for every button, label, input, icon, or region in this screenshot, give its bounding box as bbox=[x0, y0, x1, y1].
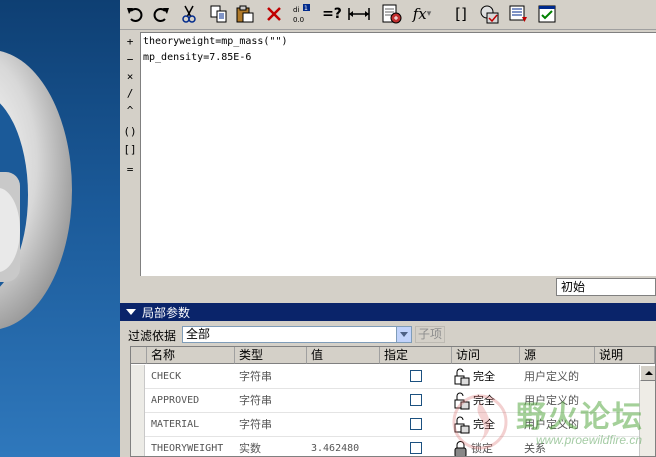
filter-label: 过滤依据 bbox=[128, 329, 177, 343]
operator-power[interactable]: ^ bbox=[120, 104, 140, 117]
ring-model bbox=[0, 51, 72, 329]
code-line: mp_density=7.85E-6 bbox=[143, 52, 252, 63]
copy-icon[interactable] bbox=[208, 3, 230, 25]
designate-checkbox[interactable] bbox=[410, 442, 422, 454]
param-name: CHECK bbox=[151, 371, 182, 382]
relations-toolbar: di 1 0.0 =? fx ▾ [] bbox=[120, 0, 656, 30]
function-label: fx bbox=[412, 5, 427, 23]
brackets-icon[interactable]: [] bbox=[450, 3, 472, 25]
row-header-corner bbox=[131, 347, 147, 364]
sub-items-button[interactable]: 子项 bbox=[415, 326, 445, 343]
table-row[interactable]: APPROVED 字符串 完全 用户定义的 bbox=[131, 389, 641, 413]
designate-checkbox[interactable] bbox=[410, 418, 422, 430]
paste-icon[interactable] bbox=[234, 3, 256, 25]
param-access: 完全 bbox=[473, 371, 495, 383]
operator-equals[interactable]: = bbox=[120, 163, 140, 176]
operator-divide[interactable]: / bbox=[120, 87, 140, 100]
row-selector[interactable] bbox=[131, 413, 145, 437]
designate-checkbox[interactable] bbox=[410, 394, 422, 406]
units-icon[interactable]: di 1 0.0 bbox=[290, 3, 312, 25]
column-header-designate[interactable]: 指定 bbox=[380, 347, 452, 364]
param-access: 完全 bbox=[473, 419, 495, 431]
param-source: 关系 bbox=[524, 443, 546, 455]
param-name: THEORYWEIGHT bbox=[151, 443, 224, 454]
column-header-value[interactable]: 值 bbox=[307, 347, 380, 364]
param-type: 字符串 bbox=[239, 419, 272, 431]
local-params-title: 局部参数 bbox=[142, 306, 191, 320]
table-row[interactable]: THEORYWEIGHT 实数 3.462480 锁定 关系 bbox=[131, 437, 641, 456]
params-table: 名称 类型 值 指定 访问 源 说明 CHECK 字符串 完全 用户定义的 AP… bbox=[130, 346, 656, 457]
evaluate-icon[interactable]: =? bbox=[321, 3, 343, 25]
undo-icon[interactable] bbox=[124, 3, 146, 25]
designate-checkbox[interactable] bbox=[410, 370, 422, 382]
relations-editor[interactable]: theoryweight=mp_mass("") mp_density=7.85… bbox=[140, 32, 656, 276]
row-selector[interactable] bbox=[131, 365, 145, 389]
param-value[interactable] bbox=[307, 365, 311, 389]
svg-text:di: di bbox=[293, 6, 299, 14]
chevron-down-icon[interactable] bbox=[396, 327, 411, 342]
param-type: 字符串 bbox=[239, 395, 272, 407]
column-header-name[interactable]: 名称 bbox=[147, 347, 235, 364]
code-line: theoryweight=mp_mass("") bbox=[143, 36, 288, 47]
param-name: MATERIAL bbox=[151, 419, 200, 430]
local-params-header[interactable]: 局部参数 bbox=[120, 303, 656, 321]
svg-text:0.0: 0.0 bbox=[293, 16, 304, 24]
column-header-source[interactable]: 源 bbox=[520, 347, 595, 364]
row-selector[interactable] bbox=[131, 389, 145, 413]
param-access: 锁定 bbox=[471, 443, 493, 455]
lock-open-icon bbox=[454, 416, 470, 437]
collapse-triangle-icon[interactable] bbox=[126, 309, 136, 315]
cut-icon[interactable] bbox=[178, 3, 200, 25]
measure-icon[interactable] bbox=[348, 3, 370, 25]
lock-open-icon bbox=[454, 392, 470, 413]
model-viewport[interactable] bbox=[0, 0, 120, 457]
param-type: 实数 bbox=[239, 443, 261, 455]
column-header-description[interactable]: 说明 bbox=[595, 347, 655, 364]
function-icon[interactable]: fx ▾ bbox=[410, 3, 434, 25]
column-header-access[interactable]: 访问 bbox=[452, 347, 520, 364]
verify-icon[interactable] bbox=[478, 3, 500, 25]
lock-open-icon bbox=[454, 368, 470, 389]
operator-parentheses[interactable]: () bbox=[120, 125, 140, 138]
sort-icon[interactable] bbox=[507, 3, 529, 25]
insert-param-icon[interactable] bbox=[381, 3, 403, 25]
filter-select[interactable]: 全部 bbox=[182, 326, 412, 343]
initial-value-select[interactable]: 初始 bbox=[556, 278, 656, 296]
svg-text:1: 1 bbox=[304, 5, 308, 12]
param-name: APPROVED bbox=[151, 395, 200, 406]
param-value[interactable]: 3.462480 bbox=[307, 437, 359, 456]
param-source: 用户定义的 bbox=[524, 419, 579, 431]
lock-closed-icon bbox=[454, 440, 468, 456]
operator-plus[interactable]: + bbox=[120, 35, 140, 48]
operator-multiply[interactable]: × bbox=[120, 70, 140, 83]
param-type: 字符串 bbox=[239, 371, 272, 383]
param-access: 完全 bbox=[473, 395, 495, 407]
param-value[interactable] bbox=[307, 389, 311, 413]
scroll-up-icon[interactable] bbox=[640, 365, 655, 381]
filter-value: 全部 bbox=[186, 327, 211, 341]
column-header-type[interactable]: 类型 bbox=[235, 347, 307, 364]
redo-icon[interactable] bbox=[150, 3, 172, 25]
dropdown-arrow-icon: ▾ bbox=[426, 9, 432, 19]
table-scrollbar[interactable] bbox=[639, 365, 655, 456]
operator-minus[interactable]: − bbox=[120, 53, 140, 66]
delete-icon[interactable] bbox=[263, 3, 285, 25]
param-value[interactable] bbox=[307, 413, 311, 437]
operator-brackets[interactable]: [] bbox=[120, 143, 140, 156]
operator-palette: + − × / ^ () [] = bbox=[120, 30, 140, 300]
checklist-icon[interactable] bbox=[536, 3, 558, 25]
table-row[interactable]: MATERIAL 字符串 完全 用户定义的 bbox=[131, 413, 641, 437]
param-source: 用户定义的 bbox=[524, 371, 579, 383]
row-selector[interactable] bbox=[131, 437, 145, 456]
param-source: 用户定义的 bbox=[524, 395, 579, 407]
table-row[interactable]: CHECK 字符串 完全 用户定义的 bbox=[131, 365, 641, 389]
